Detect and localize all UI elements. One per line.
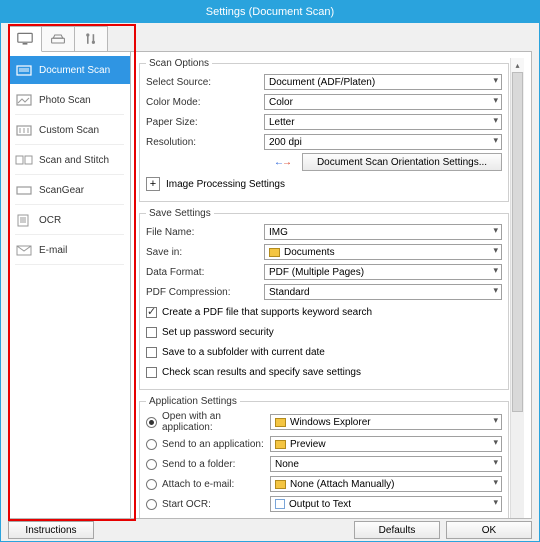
checkbox-check-results[interactable] (146, 367, 157, 378)
save-in-combo[interactable]: Documents (264, 244, 502, 260)
main-panel: Document Scan Photo Scan Custom Scan Sca… (8, 51, 532, 519)
scangear-icon (15, 183, 33, 197)
footer: Instructions Defaults OK (1, 521, 539, 539)
instructions-button[interactable]: Instructions (8, 521, 94, 539)
sidebar-label: OCR (39, 215, 61, 226)
folder-icon (275, 440, 286, 449)
image-processing-expand[interactable]: + (146, 177, 160, 191)
top-tabs (8, 26, 107, 52)
select-source-label: Select Source: (146, 77, 264, 88)
tab-scan-from-pc[interactable] (8, 26, 42, 52)
document-scan-icon (15, 63, 33, 77)
checkbox-subfolder-label: Save to a subfolder with current date (162, 347, 325, 358)
folder-icon (275, 418, 286, 427)
radio-send-app[interactable] (146, 439, 157, 450)
radio-send-folder[interactable] (146, 459, 157, 470)
email-icon (15, 243, 33, 257)
sidebar-label: Scan and Stitch (39, 155, 109, 166)
radio-open-app[interactable] (146, 417, 157, 428)
sidebar-label: Photo Scan (39, 95, 91, 106)
folder-icon (269, 248, 280, 257)
scroll-track[interactable] (511, 72, 524, 518)
send-folder-label: Send to a folder: (162, 459, 270, 470)
checkbox-keyword-search[interactable] (146, 307, 157, 318)
ocr-icon (15, 213, 33, 227)
sidebar-label: Document Scan (39, 65, 110, 76)
tab-scan-from-panel[interactable] (41, 26, 75, 52)
file-name-input[interactable]: IMG (264, 224, 502, 240)
monitor-icon (17, 32, 33, 46)
select-source-combo[interactable]: Document (ADF/Platen) (264, 74, 502, 90)
defaults-button[interactable]: Defaults (354, 521, 440, 539)
sidebar-label: E-mail (39, 245, 67, 256)
send-folder-combo[interactable]: None (270, 456, 502, 472)
scan-options-group: Scan Options Select Source:Document (ADF… (139, 58, 509, 202)
text-file-icon (275, 499, 285, 509)
tools-icon (83, 32, 99, 46)
scroll-up-button[interactable]: ▴ (511, 58, 524, 72)
checkbox-password-label: Set up password security (162, 327, 274, 338)
data-format-combo[interactable]: PDF (Multiple Pages) (264, 264, 502, 280)
data-format-label: Data Format: (146, 267, 264, 278)
sidebar-item-scangear[interactable]: ScanGear (9, 176, 130, 204)
open-app-label: Open with an application: (162, 411, 270, 433)
image-processing-label: Image Processing Settings (166, 179, 285, 190)
resolution-label: Resolution: (146, 137, 264, 148)
application-settings-group: Application Settings Open with an applic… (139, 396, 509, 518)
checkbox-password[interactable] (146, 327, 157, 338)
color-mode-combo[interactable]: Color (264, 94, 502, 110)
sidebar-item-custom-scan[interactable]: Custom Scan (9, 116, 130, 144)
pdf-compression-combo[interactable]: Standard (264, 284, 502, 300)
pdf-compression-label: PDF Compression: (146, 287, 264, 298)
save-in-label: Save in: (146, 247, 264, 258)
save-settings-legend: Save Settings (146, 208, 214, 219)
save-settings-group: Save Settings File Name:IMG Save in:Docu… (139, 208, 509, 390)
send-app-combo[interactable]: Preview (270, 436, 502, 452)
sidebar-item-email[interactable]: E-mail (9, 236, 130, 264)
sidebar-item-photo-scan[interactable]: Photo Scan (9, 86, 130, 114)
scroll-thumb[interactable] (512, 72, 523, 412)
sidebar-label: ScanGear (39, 185, 84, 196)
paper-size-label: Paper Size: (146, 117, 264, 128)
swap-arrows-icon[interactable]: ←→ (274, 153, 292, 171)
custom-scan-icon (15, 123, 33, 137)
ok-button[interactable]: OK (446, 521, 532, 539)
sidebar-label: Custom Scan (39, 125, 99, 136)
content-area: Scan Options Select Source:Document (ADF… (131, 52, 531, 518)
vertical-scrollbar[interactable]: ▴ ▾ (510, 58, 524, 518)
settings-window: Settings (Document Scan) Document Scan (0, 0, 540, 542)
scan-options-legend: Scan Options (146, 58, 212, 69)
checkbox-subfolder-date[interactable] (146, 347, 157, 358)
radio-attach-email[interactable] (146, 479, 157, 490)
color-mode-label: Color Mode: (146, 97, 264, 108)
checkbox-keyword-label: Create a PDF file that supports keyword … (162, 307, 372, 318)
sidebar-item-document-scan[interactable]: Document Scan (9, 56, 130, 84)
sidebar-item-scan-and-stitch[interactable]: Scan and Stitch (9, 146, 130, 174)
radio-start-ocr[interactable] (146, 499, 157, 510)
folder-icon (275, 480, 286, 489)
client-area: Document Scan Photo Scan Custom Scan Sca… (1, 23, 539, 541)
orientation-settings-button[interactable]: Document Scan Orientation Settings... (302, 153, 502, 171)
attach-email-label: Attach to e-mail: (162, 479, 270, 490)
attach-email-combo[interactable]: None (Attach Manually) (270, 476, 502, 492)
checkbox-check-results-label: Check scan results and specify save sett… (162, 367, 361, 378)
window-title: Settings (Document Scan) (206, 6, 334, 18)
photo-scan-icon (15, 93, 33, 107)
paper-size-combo[interactable]: Letter (264, 114, 502, 130)
titlebar: Settings (Document Scan) (1, 1, 539, 23)
tab-general-settings[interactable] (74, 26, 108, 52)
resolution-combo[interactable]: 200 dpi (264, 134, 502, 150)
stitch-icon (15, 153, 33, 167)
sidebar-item-ocr[interactable]: OCR (9, 206, 130, 234)
start-ocr-label: Start OCR: (162, 499, 270, 510)
scanner-icon (50, 32, 66, 46)
start-ocr-combo[interactable]: Output to Text (270, 496, 502, 512)
app-settings-legend: Application Settings (146, 396, 240, 407)
file-name-label: File Name: (146, 227, 264, 238)
send-app-label: Send to an application: (162, 439, 270, 450)
open-app-combo[interactable]: Windows Explorer (270, 414, 502, 430)
sidebar: Document Scan Photo Scan Custom Scan Sca… (9, 52, 131, 518)
